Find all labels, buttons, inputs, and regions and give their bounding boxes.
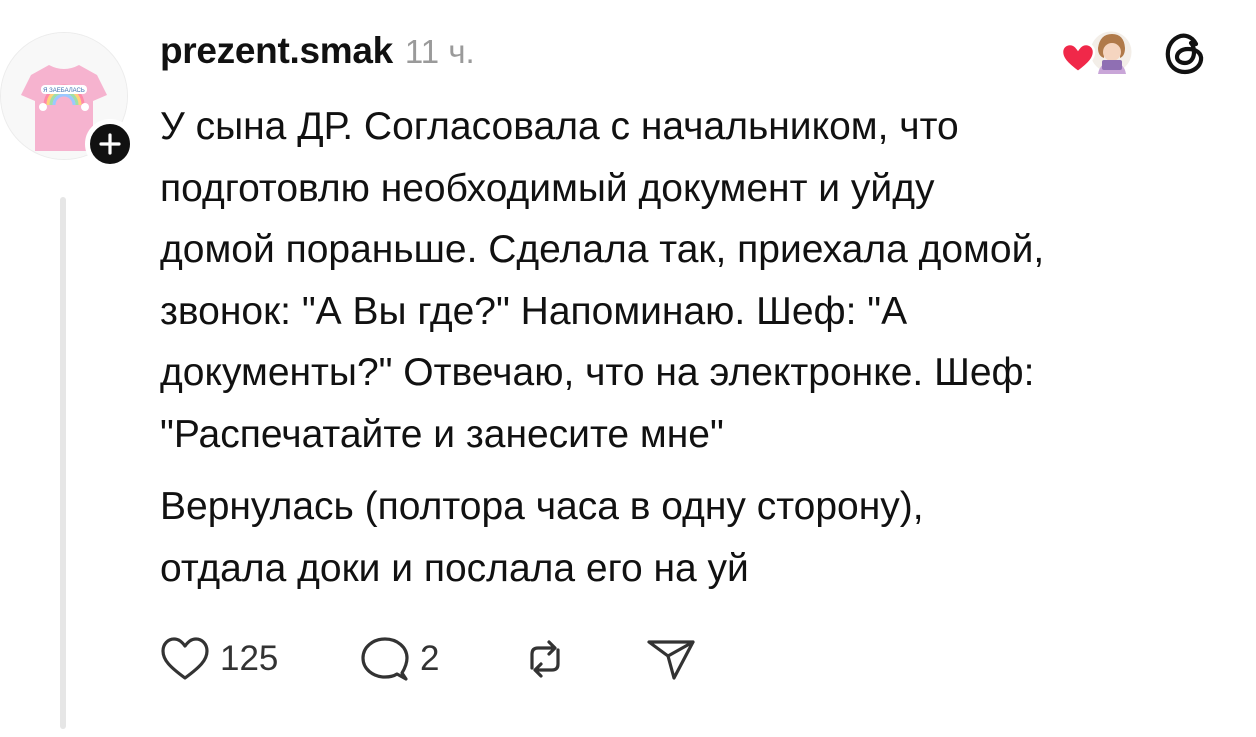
like-button[interactable]: 125	[160, 636, 360, 682]
post-header: prezent.smak 11 ч.	[160, 30, 475, 80]
reply-button[interactable]: 2	[360, 635, 520, 683]
threads-logo-icon[interactable]	[1162, 30, 1208, 76]
post-paragraph: У сына ДР. Согласовала с начальником, чт…	[160, 105, 1045, 456]
avatar-shirt-text: Я ЗАЕБАЛАСЬ	[43, 88, 85, 94]
reply-count: 2	[420, 639, 440, 678]
plus-icon	[99, 133, 121, 155]
timestamp: 11 ч.	[404, 33, 475, 70]
like-count: 125	[220, 639, 279, 678]
thread-line	[60, 197, 66, 729]
red-heart-icon	[1060, 42, 1096, 74]
reactions-preview[interactable]	[1060, 28, 1138, 80]
share-button[interactable]	[646, 636, 696, 682]
paper-plane-icon	[647, 640, 695, 680]
heart-outline-icon	[161, 637, 209, 680]
post-body: У сына ДР. Согласовала с начальником, чт…	[160, 96, 1240, 599]
repost-icon	[530, 640, 560, 678]
follow-button[interactable]	[85, 119, 135, 169]
username[interactable]: prezent.smak	[160, 30, 393, 72]
speech-bubble-icon	[361, 637, 409, 681]
post-actions: 125 2	[160, 634, 696, 684]
post-paragraph: Вернулась (полтора часа в одну сторону),…	[160, 485, 924, 590]
repost-button[interactable]	[520, 636, 646, 682]
